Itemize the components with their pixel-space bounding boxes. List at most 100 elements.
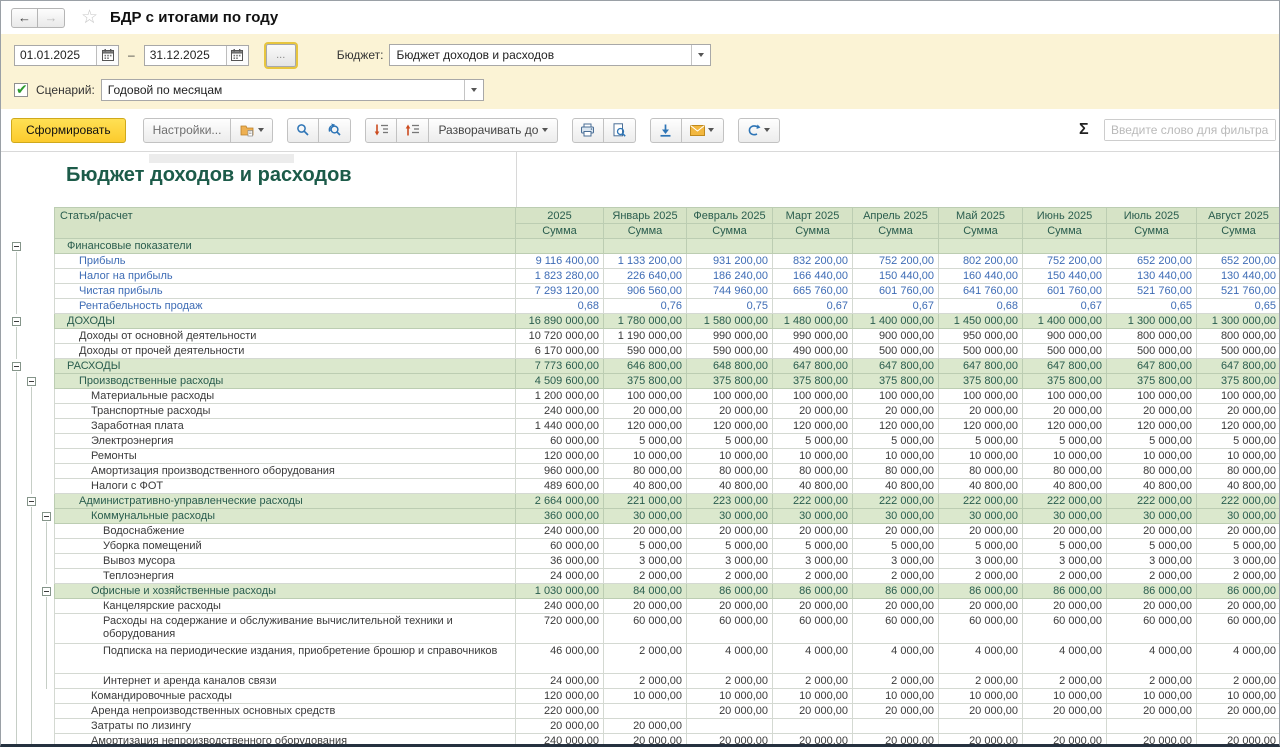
amount-cell[interactable]: 2 000,00 xyxy=(1107,569,1197,584)
amount-cell[interactable]: 120 000,00 xyxy=(1023,419,1107,434)
amount-cell[interactable]: 80 000,00 xyxy=(1107,464,1197,479)
amount-cell[interactable]: 3 000,00 xyxy=(773,554,853,569)
amount-cell[interactable]: 1 780 000,00 xyxy=(604,314,687,329)
amount-cell[interactable]: 40 800,00 xyxy=(1197,479,1280,494)
amount-cell[interactable]: 130 440,00 xyxy=(1197,269,1280,284)
amount-cell[interactable]: 20 000,00 xyxy=(604,404,687,419)
amount-cell[interactable]: 130 440,00 xyxy=(1107,269,1197,284)
amount-cell[interactable] xyxy=(1107,719,1197,734)
amount-cell[interactable]: 9 116 400,00 xyxy=(516,254,604,269)
amount-cell[interactable]: 0,67 xyxy=(853,299,939,314)
amount-subheader[interactable]: Сумма xyxy=(516,223,604,239)
amount-cell[interactable]: 60 000,00 xyxy=(939,614,1023,644)
amount-cell[interactable]: 490 000,00 xyxy=(773,344,853,359)
back-button[interactable]: ← xyxy=(11,8,38,28)
scenario-combo[interactable]: Годовой по месяцам xyxy=(101,79,484,101)
amount-cell[interactable]: 40 800,00 xyxy=(773,479,853,494)
amount-cell[interactable]: 120 000,00 xyxy=(939,419,1023,434)
amount-cell[interactable]: 36 000,00 xyxy=(516,554,604,569)
amount-cell[interactable]: 40 800,00 xyxy=(687,479,773,494)
amount-cell[interactable]: 802 200,00 xyxy=(939,254,1023,269)
amount-cell[interactable]: 1 400 000,00 xyxy=(1023,314,1107,329)
amount-cell[interactable]: 521 760,00 xyxy=(1107,284,1197,299)
amount-cell[interactable]: 222 000,00 xyxy=(1023,494,1107,509)
amount-cell[interactable] xyxy=(516,239,604,254)
amount-cell[interactable]: 100 000,00 xyxy=(1197,389,1280,404)
amount-cell[interactable]: 20 000,00 xyxy=(1107,704,1197,719)
amount-cell[interactable]: 100 000,00 xyxy=(853,389,939,404)
amount-cell[interactable]: 4 000,00 xyxy=(853,644,939,674)
period-label[interactable]: Март 2025 xyxy=(773,207,853,223)
collapse-expander-icon[interactable] xyxy=(12,362,21,371)
amount-cell[interactable]: 20 000,00 xyxy=(939,404,1023,419)
amount-cell[interactable]: 500 000,00 xyxy=(853,344,939,359)
amount-cell[interactable]: 4 509 600,00 xyxy=(516,374,604,389)
amount-cell[interactable]: 375 800,00 xyxy=(1197,374,1280,389)
amount-cell[interactable]: 960 000,00 xyxy=(516,464,604,479)
amount-cell[interactable]: 160 440,00 xyxy=(939,269,1023,284)
amount-cell[interactable]: 720 000,00 xyxy=(516,614,604,644)
amount-cell[interactable]: 2 000,00 xyxy=(939,569,1023,584)
amount-cell[interactable] xyxy=(1023,239,1107,254)
amount-cell[interactable]: 5 000,00 xyxy=(939,434,1023,449)
amount-cell[interactable]: 5 000,00 xyxy=(939,539,1023,554)
budget-combo[interactable]: Бюджет доходов и расходов xyxy=(389,44,711,66)
amount-cell[interactable]: 80 000,00 xyxy=(773,464,853,479)
amount-cell[interactable]: 1 133 200,00 xyxy=(604,254,687,269)
amount-cell[interactable]: 641 760,00 xyxy=(939,284,1023,299)
amount-cell[interactable]: 5 000,00 xyxy=(853,539,939,554)
row-label[interactable]: Подписка на периодические издания, приоб… xyxy=(54,644,516,674)
amount-cell[interactable]: 20 000,00 xyxy=(516,719,604,734)
row-label[interactable]: Транспортные расходы xyxy=(54,404,516,419)
amount-cell[interactable]: 652 200,00 xyxy=(1197,254,1280,269)
amount-cell[interactable]: 80 000,00 xyxy=(687,464,773,479)
amount-cell[interactable]: 30 000,00 xyxy=(1107,509,1197,524)
amount-cell[interactable]: 30 000,00 xyxy=(1197,509,1280,524)
amount-cell[interactable]: 20 000,00 xyxy=(1197,404,1280,419)
amount-cell[interactable]: 30 000,00 xyxy=(1023,509,1107,524)
amount-subheader[interactable]: Сумма xyxy=(1023,223,1107,239)
amount-cell[interactable]: 990 000,00 xyxy=(773,329,853,344)
amount-cell[interactable]: 86 000,00 xyxy=(1197,584,1280,599)
save-file-button[interactable] xyxy=(650,118,682,143)
amount-cell[interactable]: 6 170 000,00 xyxy=(516,344,604,359)
amount-cell[interactable]: 20 000,00 xyxy=(773,524,853,539)
amount-cell[interactable]: 20 000,00 xyxy=(773,599,853,614)
amount-cell[interactable]: 223 000,00 xyxy=(687,494,773,509)
amount-cell[interactable]: 3 000,00 xyxy=(1107,554,1197,569)
amount-cell[interactable]: 20 000,00 xyxy=(1023,704,1107,719)
period-label[interactable]: Февраль 2025 xyxy=(687,207,773,223)
amount-cell[interactable]: 2 000,00 xyxy=(604,569,687,584)
amount-cell[interactable]: 10 000,00 xyxy=(853,689,939,704)
amount-cell[interactable]: 60 000,00 xyxy=(604,614,687,644)
amount-cell[interactable]: 2 000,00 xyxy=(773,674,853,689)
row-label[interactable]: Чистая прибыль xyxy=(54,284,516,299)
amount-cell[interactable]: 375 800,00 xyxy=(1023,374,1107,389)
collapse-expander-icon[interactable] xyxy=(12,242,21,251)
amount-cell[interactable]: 590 000,00 xyxy=(604,344,687,359)
amount-cell[interactable]: 4 000,00 xyxy=(1197,644,1280,674)
amount-cell[interactable]: 500 000,00 xyxy=(939,344,1023,359)
amount-cell[interactable]: 4 000,00 xyxy=(1023,644,1107,674)
amount-cell[interactable]: 40 800,00 xyxy=(853,479,939,494)
amount-cell[interactable]: 20 000,00 xyxy=(1197,704,1280,719)
amount-cell[interactable]: 2 000,00 xyxy=(773,569,853,584)
amount-cell[interactable]: 601 760,00 xyxy=(1023,284,1107,299)
forward-button[interactable]: → xyxy=(38,8,65,28)
amount-subheader[interactable]: Сумма xyxy=(1107,223,1197,239)
amount-cell[interactable]: 80 000,00 xyxy=(939,464,1023,479)
row-label[interactable]: Электроэнергия xyxy=(54,434,516,449)
amount-cell[interactable]: 500 000,00 xyxy=(1023,344,1107,359)
amount-cell[interactable]: 1 823 280,00 xyxy=(516,269,604,284)
amount-cell[interactable]: 590 000,00 xyxy=(687,344,773,359)
amount-cell[interactable]: 20 000,00 xyxy=(687,404,773,419)
amount-cell[interactable]: 2 000,00 xyxy=(687,674,773,689)
amount-cell[interactable]: 646 800,00 xyxy=(604,359,687,374)
amount-cell[interactable]: 20 000,00 xyxy=(939,704,1023,719)
row-label[interactable]: Командировочные расходы xyxy=(54,689,516,704)
amount-cell[interactable]: 375 800,00 xyxy=(687,374,773,389)
row-label[interactable]: Затраты по лизингу xyxy=(54,719,516,734)
amount-cell[interactable]: 647 800,00 xyxy=(1107,359,1197,374)
amount-cell[interactable]: 80 000,00 xyxy=(1197,464,1280,479)
send-email-button[interactable] xyxy=(682,118,724,143)
